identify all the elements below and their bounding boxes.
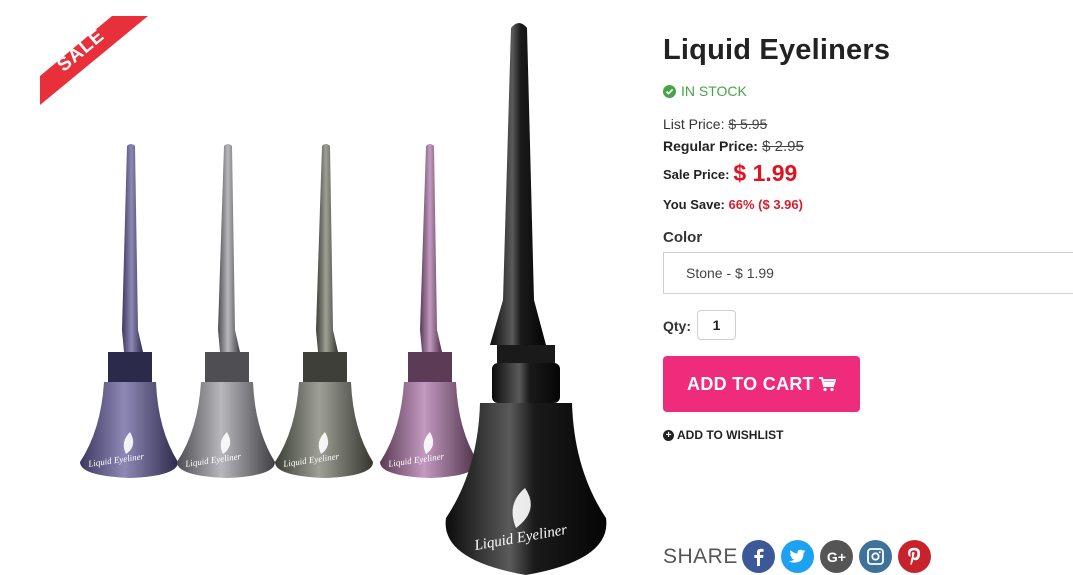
stock-label: IN STOCK xyxy=(681,83,747,99)
add-to-cart-button[interactable]: ADD TO CART xyxy=(663,356,860,412)
share-label: SHARE xyxy=(663,544,738,568)
twitter-icon[interactable] xyxy=(780,540,814,573)
cart-icon xyxy=(818,376,836,391)
you-save-value: 66% ($ 3.96) xyxy=(728,197,803,212)
add-to-wishlist-label: ADD TO WISHLIST xyxy=(677,428,784,442)
product-title: Liquid Eyeliners xyxy=(663,34,891,66)
you-save-label: You Save: xyxy=(663,197,725,212)
bottle-purple xyxy=(80,144,178,478)
google-plus-icon[interactable]: G+ xyxy=(819,540,853,573)
facebook-icon[interactable] xyxy=(741,540,775,573)
regular-price-label: Regular Price: xyxy=(663,138,758,154)
product-image[interactable]: Liquid Eyeliner Liquid Eyeliner Liquid E… xyxy=(0,0,640,575)
color-select-value: Stone - $ 1.99 xyxy=(686,265,774,281)
regular-price-row: Regular Price: $ 2.95 xyxy=(663,138,804,155)
instagram-icon[interactable] xyxy=(858,540,892,573)
sale-price-row: Sale Price: $ 1.99 xyxy=(663,160,797,187)
check-circle-icon xyxy=(663,84,676,98)
sale-price-value: $ 1.99 xyxy=(733,160,798,186)
sale-price-label: Sale Price: xyxy=(663,167,730,182)
add-to-wishlist-link[interactable]: + ADD TO WISHLIST xyxy=(663,428,783,442)
add-to-cart-label: ADD TO CART xyxy=(687,373,814,394)
regular-price-value: $ 2.95 xyxy=(762,138,804,155)
qty-label: Qty: xyxy=(663,318,691,334)
pinterest-icon[interactable] xyxy=(897,540,931,573)
list-price-label: List Price: xyxy=(663,116,725,132)
sale-badge: SALE xyxy=(40,16,148,105)
share-bar: SHARE G+ xyxy=(663,540,937,573)
stock-status: IN STOCK xyxy=(663,83,747,99)
list-price-value: $ 5.95 xyxy=(728,116,768,132)
list-price-row: List Price: $ 5.95 xyxy=(663,116,767,132)
color-select[interactable]: Stone - $ 1.99 xyxy=(663,252,1073,294)
you-save-row: You Save: 66% ($ 3.96) xyxy=(663,197,803,212)
quantity-input[interactable]: 1 xyxy=(697,310,736,340)
bottle-olive xyxy=(275,144,373,478)
color-label: Color xyxy=(663,229,703,246)
bottle-plum xyxy=(380,144,478,478)
plus-circle-icon: + xyxy=(663,429,674,441)
bottle-silver xyxy=(177,144,275,478)
